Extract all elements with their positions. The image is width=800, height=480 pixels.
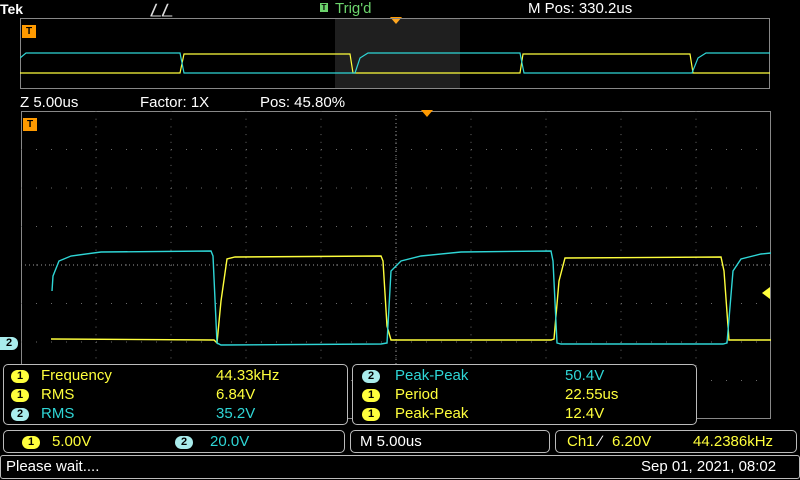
- measurement-row: 2 Peak-Peak 50.4V: [362, 367, 692, 386]
- measurement-name: Peak-Peak: [395, 367, 469, 384]
- measurement-row: 1 Period 22.55us: [362, 386, 692, 405]
- ch2-ground-marker: 2: [0, 337, 18, 350]
- overview-trigger-marker: T: [22, 25, 36, 38]
- trigger-source: Ch1: [567, 433, 595, 450]
- zoom-scale: Z 5.00us: [20, 94, 79, 111]
- trigger-level: 6.20V: [612, 433, 652, 450]
- timebase-value: M 5.00us: [360, 433, 422, 450]
- ch1-volts-per-div: 5.00V: [52, 433, 92, 450]
- measurement-row: 1 Peak-Peak 12.4V: [362, 405, 692, 424]
- ch1-badge: 1: [11, 370, 29, 383]
- measurement-name: RMS: [41, 405, 75, 422]
- measurement-row: 1 Frequency 44.33kHz: [11, 367, 341, 386]
- ch1-badge: 1: [22, 436, 40, 449]
- date-time: Sep 01, 2021, 08:02: [641, 458, 777, 475]
- trigger-level-marker: [762, 287, 770, 299]
- measurement-name: RMS: [41, 386, 75, 403]
- measurement-name: Peak-Peak: [395, 405, 469, 422]
- overview-waveform: [20, 52, 770, 74]
- ch2-badge: 2: [175, 436, 193, 449]
- trigger-frequency: 44.2386kHz: [693, 433, 774, 450]
- ch2-badge: 2: [11, 408, 29, 421]
- measurement-panel-right: 2 Peak-Peak 50.4V 1 Period 22.55us 1 Pea…: [352, 364, 697, 425]
- ch2-trace: [51, 250, 771, 346]
- measurement-value: 6.84V: [216, 386, 256, 403]
- vertical-scale-readout[interactable]: 1 5.00V 2 20.0V: [3, 430, 345, 453]
- main-trigger-marker: T: [23, 118, 37, 131]
- ch1-badge: 1: [11, 389, 29, 402]
- measurement-value: 12.4V: [565, 405, 605, 422]
- main-position-readout: M Pos: 330.2us: [528, 0, 633, 17]
- ch1-badge: 1: [362, 408, 380, 421]
- measurement-row: 2 RMS 35.2V: [11, 405, 341, 424]
- measurement-value: 22.55us: [565, 386, 619, 403]
- rising-edge-icon: ∕: [599, 433, 602, 450]
- trigger-position-marker-main: [421, 110, 433, 117]
- measurement-name: Frequency: [41, 367, 112, 384]
- measurement-value: 44.33kHz: [216, 367, 280, 384]
- trigger-status: Trig'd: [335, 0, 372, 17]
- ch1-trace: [50, 255, 771, 345]
- status-bar: Please wait.... Sep 01, 2021, 08:02: [0, 455, 800, 479]
- measurement-name: Period: [395, 386, 439, 403]
- pulse-icon: ⎳⎳: [150, 2, 173, 17]
- ch1-badge: 1: [362, 389, 380, 402]
- brand-logo: Tek: [0, 1, 24, 17]
- status-message: Please wait....: [6, 458, 100, 475]
- measurement-row: 1 RMS 6.84V: [11, 386, 341, 405]
- measurement-value: 50.4V: [565, 367, 605, 384]
- zoom-position: Pos: 45.80%: [260, 94, 346, 111]
- zoom-factor: Factor: 1X: [140, 94, 210, 111]
- trigger-readout[interactable]: Ch1 ∕ 6.20V 44.2386kHz: [555, 430, 797, 453]
- timebase-readout[interactable]: M 5.00us: [350, 430, 550, 453]
- ch2-badge: 2: [362, 370, 380, 383]
- measurement-panel-left: 1 Frequency 44.33kHz 1 RMS 6.84V 2 RMS 3…: [3, 364, 348, 425]
- trigger-status-badge: T: [320, 3, 328, 12]
- ch2-volts-per-div: 20.0V: [210, 433, 250, 450]
- measurement-value: 35.2V: [216, 405, 256, 422]
